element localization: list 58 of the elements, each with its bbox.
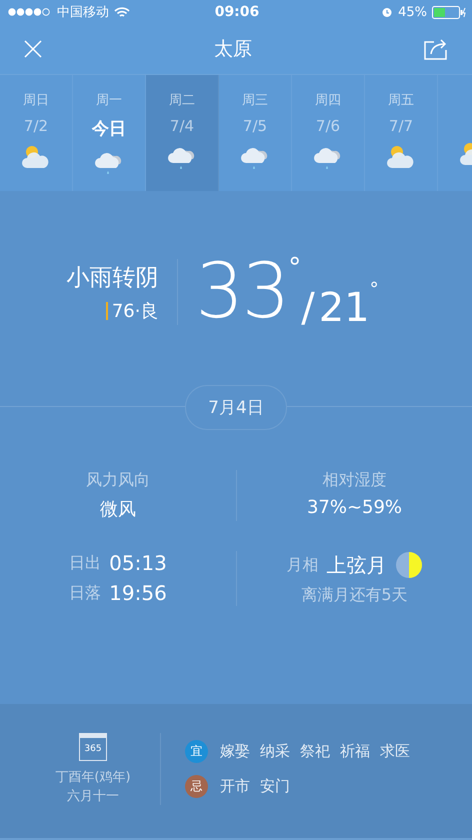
wind-label: 风力风向: [86, 470, 150, 491]
aqi-bar: [106, 302, 108, 320]
almanac-badge: 忌: [185, 775, 208, 798]
humidity-label: 相对湿度: [322, 470, 386, 491]
day-date: 7/5: [242, 117, 268, 135]
city-title: 太原: [214, 37, 252, 62]
sun-cloud-icon: [387, 143, 415, 169]
weather-condition: 小雨转阴: [66, 264, 158, 292]
degree-sign: °: [370, 279, 379, 300]
battery-percent: 45%: [398, 4, 427, 20]
weekday-label: 周日: [23, 92, 49, 109]
date-label: 7月4日: [185, 385, 287, 430]
lunar-year: 丁酉年(鸡年): [55, 769, 131, 786]
clock-time: 09:06: [214, 4, 260, 20]
day-date: 7/7: [388, 117, 414, 135]
sunset-label: 日落: [69, 582, 102, 604]
wifi-icon: [114, 6, 130, 18]
weekday-label: 周三: [242, 92, 268, 109]
calendar-icon: 365: [79, 733, 107, 761]
alarm-icon: [381, 6, 394, 18]
almanac-item: 祭祀: [300, 742, 330, 761]
day-date: 7/4: [170, 117, 194, 135]
temperature-slash: /: [301, 285, 315, 331]
lunar-date: 六月十一: [67, 788, 119, 805]
day-date: 7/2: [24, 117, 48, 135]
almanac-item: 求医: [380, 742, 410, 761]
half-moon-icon: [394, 551, 422, 579]
day-tab[interactable]: 周二 7/4: [146, 75, 219, 191]
day-date: 7/6: [316, 117, 340, 135]
close-icon[interactable]: [24, 40, 42, 58]
battery-icon: [432, 6, 466, 18]
almanac-item: 嫁娶: [220, 742, 250, 761]
almanac-item: 开市: [220, 777, 250, 796]
almanac-item: 安门: [260, 777, 290, 796]
sunset-time: 19:56: [109, 581, 167, 605]
weekday-label: 周二: [169, 92, 195, 109]
almanac-badge: 宜: [185, 740, 208, 763]
share-icon[interactable]: [424, 38, 448, 60]
carrier-name: 中国移动: [57, 4, 109, 21]
low-temperature: 21: [318, 285, 370, 331]
full-moon-note: 离满月还有5天: [301, 585, 408, 606]
almanac-item: 祈福: [340, 742, 370, 761]
humidity-value: 37%~59%: [306, 497, 402, 518]
aqi-value: 76·良: [112, 300, 158, 322]
sunrise-time: 05:13: [109, 551, 167, 575]
weekday-label: 周一: [96, 92, 122, 109]
moon-label: 月相: [286, 554, 318, 576]
signal-icon: [8, 8, 52, 16]
high-temperature: 33: [196, 253, 288, 329]
wind-value: 微风: [100, 498, 136, 521]
sun-cloud-icon: [22, 143, 50, 169]
weekday-label: 周四: [315, 92, 341, 109]
sunrise-label: 日出: [69, 552, 102, 574]
moon-phase: 上弦月: [326, 552, 386, 578]
day-date: 今日: [92, 118, 126, 140]
almanac-item: 纳采: [260, 742, 290, 761]
weekday-label: 周五: [388, 92, 414, 109]
degree-sign: °: [288, 253, 302, 283]
